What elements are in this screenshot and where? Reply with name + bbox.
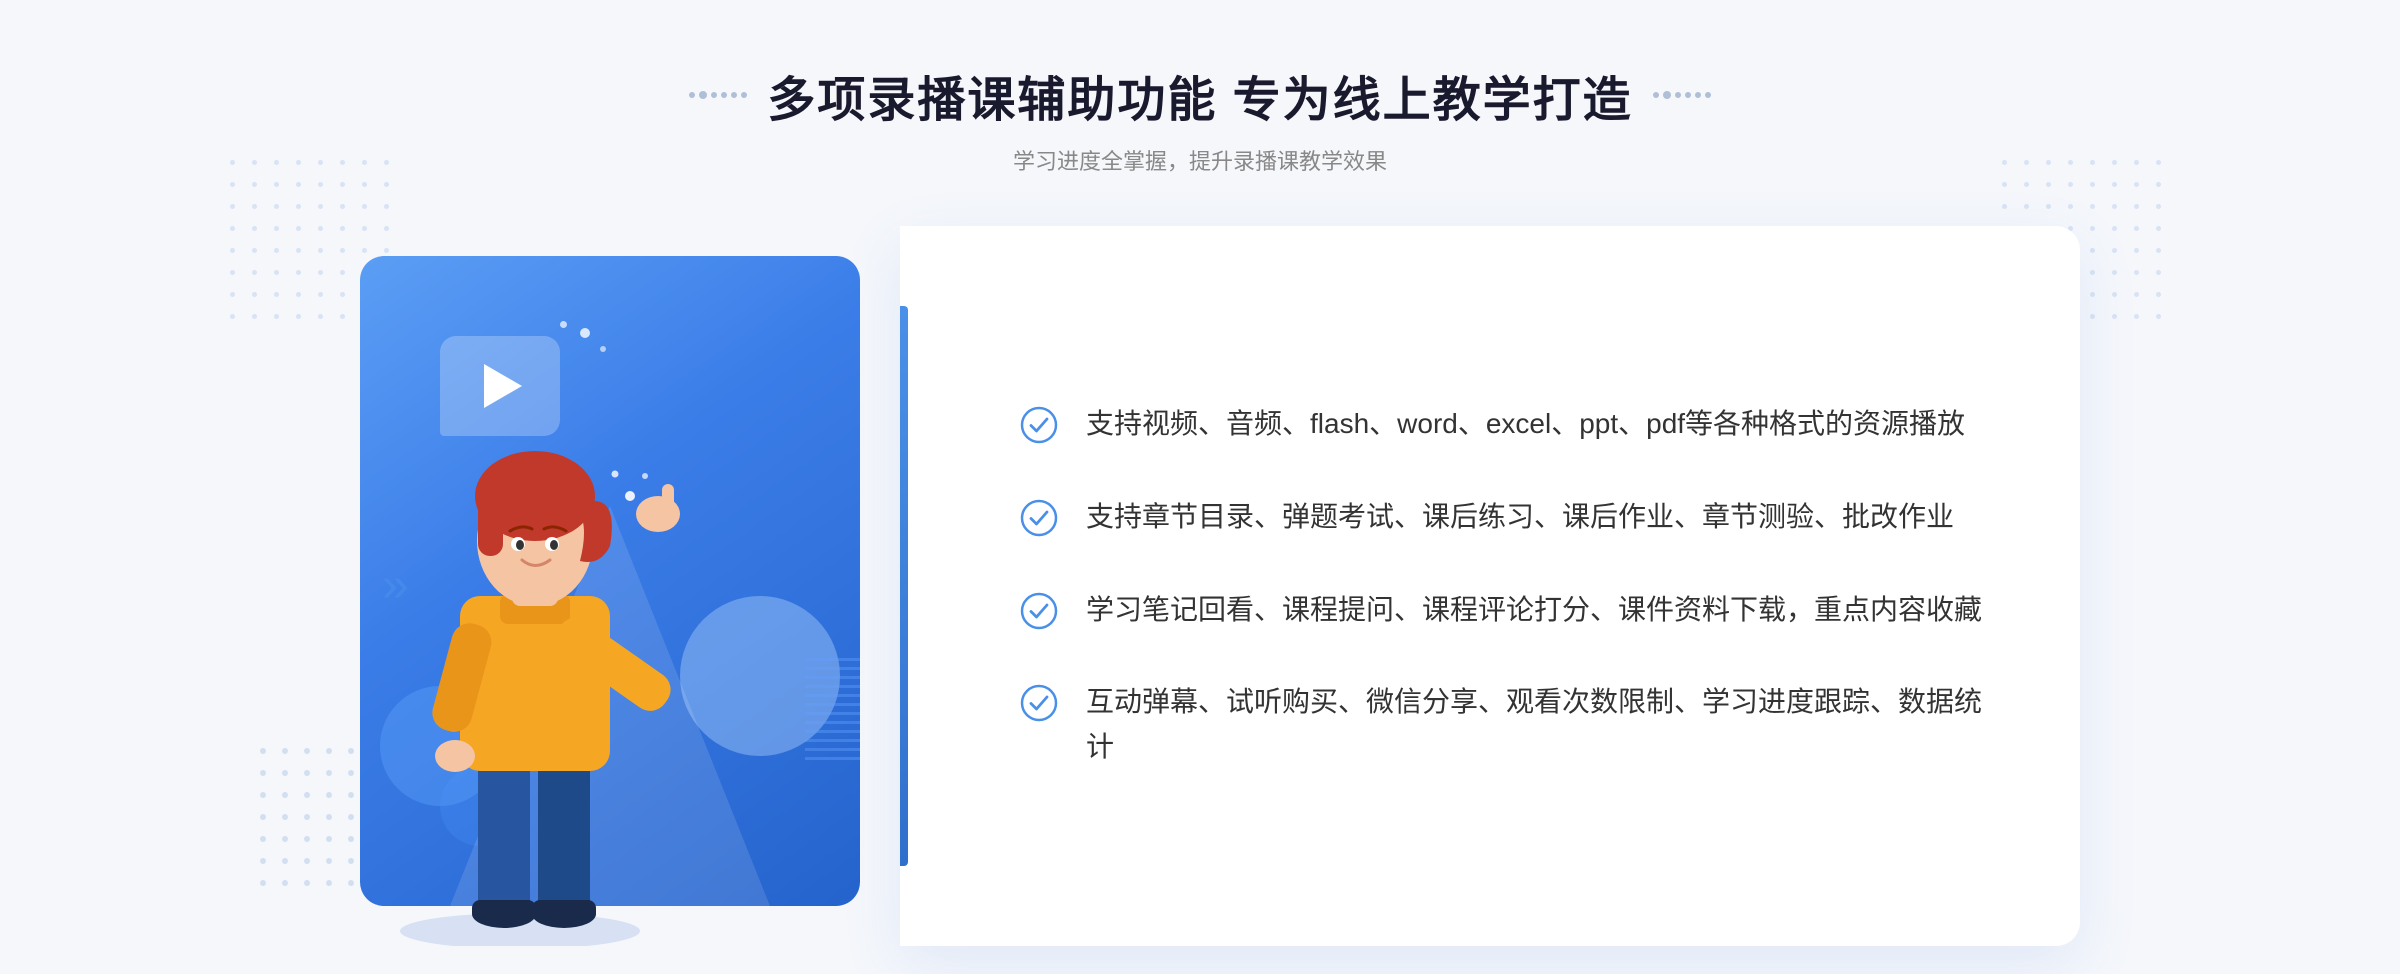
title-deco-right (1653, 91, 1711, 99)
person-illustration (360, 366, 720, 946)
sparkle-2 (600, 346, 606, 352)
title-section: 多项录播课辅助功能 专为线上教学打造 学习进度全掌握，提升录播课教学效果 (689, 60, 1710, 176)
check-circle-icon (1020, 592, 1058, 630)
left-chevron-deco: » (382, 567, 409, 605)
sub-title: 学习进度全掌握，提升录播课教学效果 (689, 144, 1710, 176)
stripe-rect (805, 656, 860, 766)
feature-text-3: 学习笔记回看、课程提问、课程评论打分、课件资料下载，重点内容收藏 (1086, 588, 1982, 633)
sparkle-3 (560, 321, 567, 328)
stripe-rect-inner (805, 656, 860, 766)
feature-item-4: 互动弹幕、试听购买、微信分享、观看次数限制、学习进度跟踪、数据统计 (1020, 680, 2000, 770)
accent-bar (900, 306, 908, 866)
content-area: » (320, 226, 2080, 946)
feature-list: 支持视频、音频、flash、word、excel、ppt、pdf等各种格式的资源… (1020, 402, 2000, 770)
main-title: 多项录播课辅助功能 专为线上教学打造 (767, 60, 1632, 130)
feature-item-3: 学习笔记回看、课程提问、课程评论打分、课件资料下载，重点内容收藏 (1020, 588, 2000, 633)
feature-text-1: 支持视频、音频、flash、word、excel、ppt、pdf等各种格式的资源… (1086, 402, 1965, 447)
check-circle-icon (1020, 499, 1058, 537)
sparkle-1 (580, 328, 590, 338)
check-circle-icon (1020, 684, 1058, 722)
check-circle-icon (1020, 406, 1058, 444)
right-panel: 支持视频、音频、flash、word、excel、ppt、pdf等各种格式的资源… (900, 226, 2080, 946)
feature-text-2: 支持章节目录、弹题考试、课后练习、课后作业、章节测验、批改作业 (1086, 495, 1954, 540)
title-decoration: 多项录播课辅助功能 专为线上教学打造 (689, 60, 1710, 130)
feature-item-1: 支持视频、音频、flash、word、excel、ppt、pdf等各种格式的资源… (1020, 402, 2000, 447)
feature-item-2: 支持章节目录、弹题考试、课后练习、课后作业、章节测验、批改作业 (1020, 495, 2000, 540)
feature-text-4: 互动弹幕、试听购买、微信分享、观看次数限制、学习进度跟踪、数据统计 (1086, 680, 2000, 770)
title-deco-left (689, 91, 747, 99)
page-container: 多项录播课辅助功能 专为线上教学打造 学习进度全掌握，提升录播课教学效果 » (0, 0, 2400, 974)
